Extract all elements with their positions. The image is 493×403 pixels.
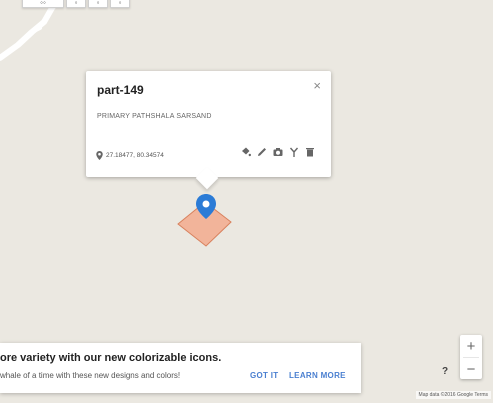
toolbar-button[interactable]: ◦	[88, 0, 108, 8]
help-button[interactable]: ?	[436, 362, 454, 380]
feature-info-card: part-149 × PRIMARY PATHSHALA SARSAND 27.…	[86, 71, 331, 190]
promo-banner: ore variety with our new colorizable ico…	[0, 343, 361, 393]
toolbar-button[interactable]: ◦◦	[22, 0, 64, 8]
toolbar-button[interactable]: ◦	[66, 0, 86, 8]
got-it-button[interactable]: GOT IT	[250, 371, 278, 380]
branch-icon[interactable]	[289, 147, 299, 157]
top-toolbar: ◦◦ ◦ ◦ ◦	[22, 0, 130, 8]
feature-description: PRIMARY PATHSHALA SARSAND	[97, 113, 212, 120]
coordinates-text: 27.18477, 80.34574	[106, 152, 164, 159]
road	[0, 0, 61, 61]
zoom-in-button[interactable]: +	[460, 335, 482, 357]
feature-coordinates: 27.18477, 80.34574	[96, 151, 164, 160]
location-pin-icon	[96, 151, 103, 160]
camera-icon[interactable]	[273, 147, 283, 157]
zoom-out-button[interactable]: −	[460, 358, 482, 380]
toolbar-button[interactable]: ◦	[110, 0, 130, 8]
map-attribution[interactable]: Map data ©2016 Google Terms	[415, 391, 491, 399]
learn-more-button[interactable]: LEARN MORE	[289, 371, 346, 380]
banner-title: ore variety with our new colorizable ico…	[0, 352, 222, 364]
close-icon[interactable]: ×	[313, 78, 321, 93]
zoom-control: + −	[460, 335, 482, 379]
trash-icon[interactable]	[305, 147, 315, 157]
banner-body: whale of a time with these new designs a…	[0, 371, 181, 380]
paint-bucket-icon[interactable]	[241, 147, 251, 157]
pencil-icon[interactable]	[257, 147, 267, 157]
card-actions	[241, 147, 315, 157]
feature-title: part-149	[97, 83, 144, 97]
